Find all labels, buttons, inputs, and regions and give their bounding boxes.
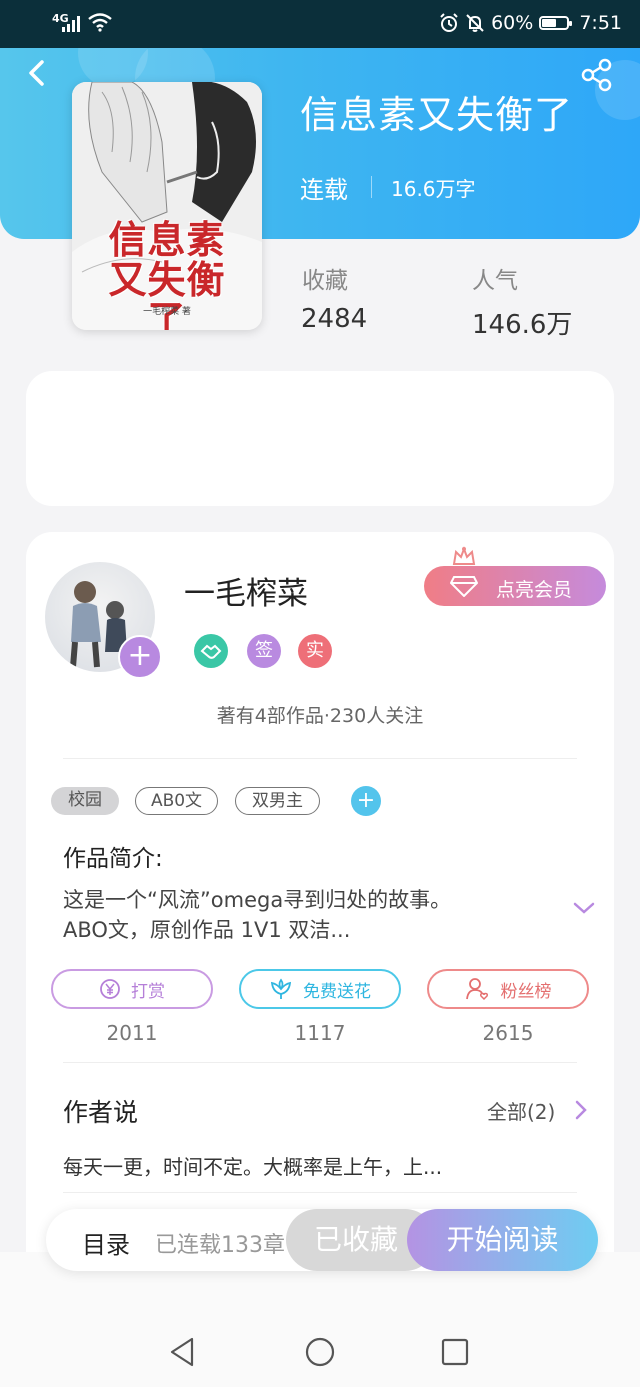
reward-label: 打赏 [131, 981, 165, 1002]
intro-line: 这是一个“风流”omega寻到归处的故事。 [63, 888, 452, 912]
reward-count: 2011 [106, 1021, 158, 1045]
tag-item[interactable]: 校园 [51, 787, 119, 815]
table-of-contents-button[interactable]: 目录 [82, 1225, 130, 1260]
book-title: 信息素又失衡了 [300, 93, 574, 137]
word-count: 16.6万字 [391, 177, 476, 201]
chevron-down-icon[interactable] [572, 900, 596, 916]
nav-recent-icon[interactable] [441, 1338, 469, 1366]
send-flower-label: 免费送花 [303, 981, 371, 1002]
system-nav-bar [0, 1252, 640, 1387]
start-reading-button[interactable]: 开始阅读 [407, 1209, 598, 1271]
nav-home-icon[interactable] [304, 1336, 336, 1368]
author-works-info: 著有4部作品·230人关注 [216, 705, 424, 727]
divider [63, 1062, 577, 1063]
battery-percent: 60% [491, 12, 534, 34]
chapter-count[interactable]: 已连载133章 [155, 1227, 295, 1259]
chevron-right-icon[interactable] [574, 1100, 588, 1120]
intro-heading: 作品简介: [63, 846, 163, 872]
yen-coin-icon [100, 979, 120, 999]
divider [63, 758, 577, 759]
book-cover[interactable]: 信息素 又失衡了 一毛榨菜 著 [72, 82, 262, 330]
tag-item[interactable]: 双男主 [235, 787, 320, 815]
verified-badge: 实 [298, 634, 332, 668]
flower-count: 1117 [294, 1021, 346, 1045]
mute-bell-icon [466, 14, 484, 32]
fans-user-icon [465, 978, 488, 1001]
tag-item[interactable]: AB0文 [135, 787, 218, 815]
send-flower-button[interactable]: 免费送花 [239, 969, 401, 1009]
status-right: 60% 7:51 [439, 12, 622, 34]
vip-button[interactable]: 点亮会员 [424, 566, 606, 606]
flower-icon [270, 978, 292, 999]
add-tag-icon[interactable]: + [351, 786, 381, 816]
signal-icon [62, 16, 80, 32]
fans-count: 2615 [482, 1021, 534, 1045]
cover-author: 一毛榨菜 著 [143, 307, 191, 317]
share-icon[interactable] [580, 58, 614, 92]
intro-line: ABO文，原创作品 1V1 双洁... [63, 918, 351, 942]
view-all-link[interactable]: 全部(2) [487, 1096, 555, 1125]
fans-rank-label: 粉丝榜 [500, 981, 552, 1002]
author-says-heading: 作者说 [63, 1098, 139, 1127]
back-icon[interactable] [22, 58, 52, 88]
nav-back-icon[interactable] [168, 1336, 196, 1368]
author-name: 一毛榨菜 [184, 576, 308, 612]
diamond-icon [450, 576, 478, 597]
author-note[interactable]: 每天一更，时间不定。大概率是上午，上... [63, 1151, 442, 1180]
status-divider [371, 176, 372, 198]
follow-author-button[interactable]: + [118, 635, 162, 679]
placeholder-card [26, 371, 614, 506]
popularity-label: 人气 [472, 268, 518, 294]
wifi-icon [88, 13, 112, 32]
favorites-label: 收藏 [302, 268, 348, 294]
clock: 7:51 [579, 12, 622, 34]
book-status: 连载 [300, 176, 348, 204]
divider [63, 1192, 577, 1193]
reward-button[interactable]: 打赏 [51, 969, 213, 1009]
favorites-value: 2484 [301, 304, 368, 334]
popularity-value: 146.6万 [472, 310, 573, 340]
alarm-icon [440, 13, 458, 32]
intro-text[interactable]: 这是一个“风流”omega寻到归处的故事。 ABO文，原创作品 1V1 双洁..… [63, 885, 563, 945]
signed-badge: 签 [247, 634, 281, 668]
crown-icon [452, 546, 476, 565]
vip-button-label: 点亮会员 [496, 579, 573, 601]
handshake-badge-icon [194, 634, 228, 668]
battery-icon [539, 16, 573, 30]
fans-rank-button[interactable]: 粉丝榜 [427, 969, 589, 1009]
status-bar: 4G 60% 7:51 [0, 0, 640, 48]
